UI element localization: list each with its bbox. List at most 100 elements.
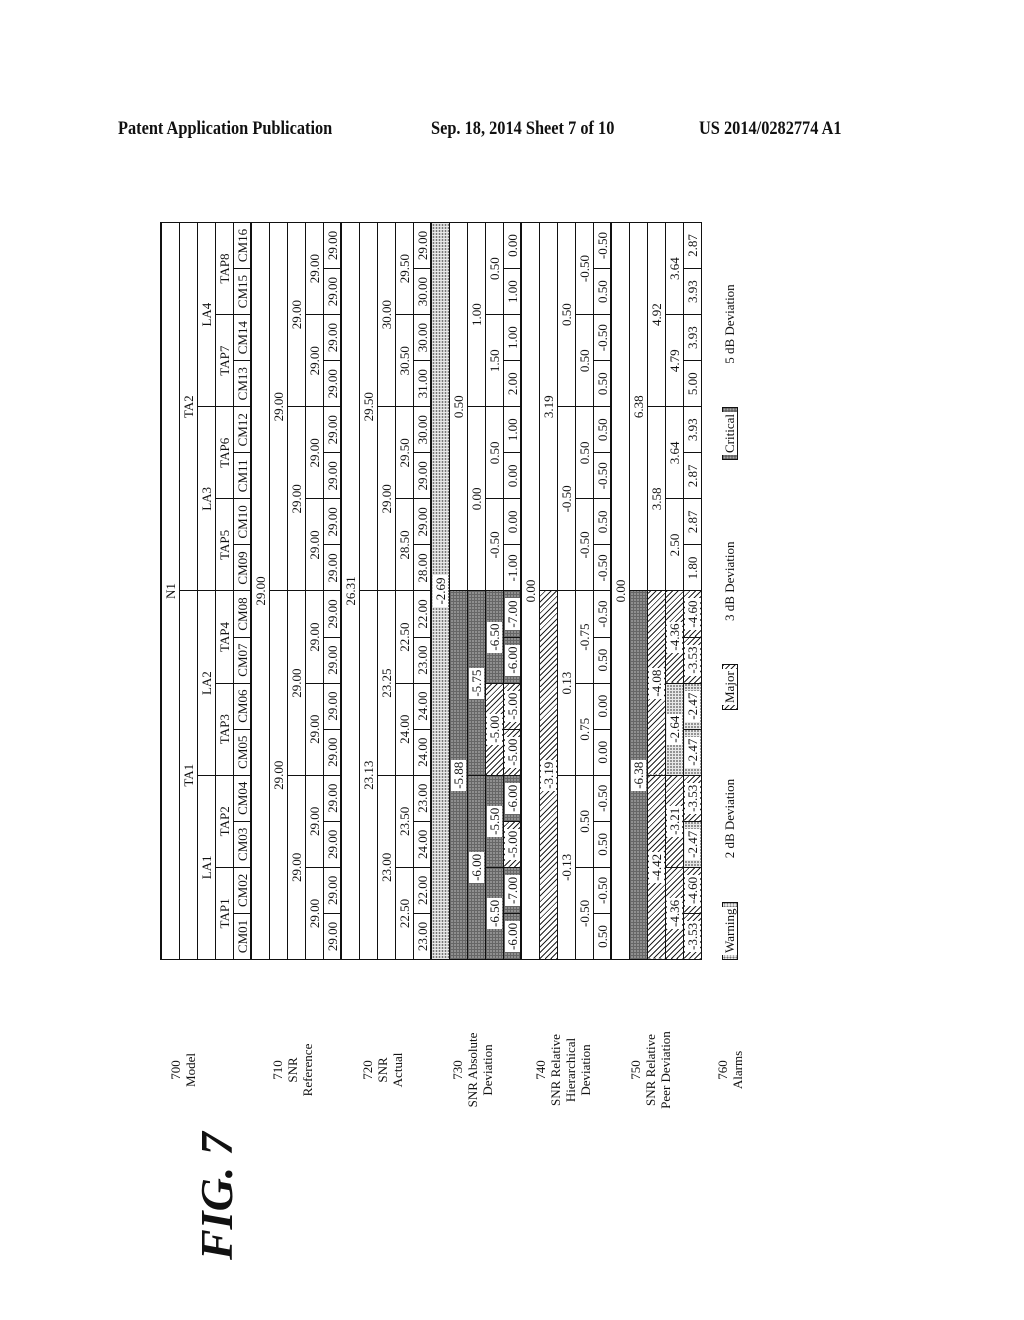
- cell-value: -0.50: [594, 462, 610, 490]
- legend-desc-critical: 5 dB Deviation: [722, 284, 737, 364]
- cell-value: -5.75: [468, 667, 484, 699]
- cell-value: 29.00: [414, 230, 430, 261]
- peer-ta-cell: 6.38: [629, 222, 648, 591]
- absolute-cm-cell: -7.00: [503, 591, 522, 638]
- cell-value: 28.50: [396, 530, 412, 560]
- cell-value: 29.00: [414, 461, 430, 491]
- cell-value: 23.00: [378, 852, 394, 882]
- level-row-ta: 23.13 29.50: [359, 222, 378, 960]
- cell-value: 0.50: [594, 510, 610, 534]
- cell-value: 2.87: [684, 464, 700, 488]
- cell-value: 29.00: [324, 461, 340, 491]
- actual-tap-cell: 22.50: [395, 867, 414, 960]
- level-row-tap: TAP1 TAP2 TAP3 TAP4 TAP5 TAP6 TAP7 TAP8: [215, 222, 234, 960]
- cell-value: -1.00: [504, 554, 520, 582]
- actual-cm-cell: 30.00: [413, 314, 432, 361]
- cell-value: TAP5: [216, 529, 232, 560]
- cell-value: 23.25: [378, 668, 394, 698]
- cell-value: 29.00: [324, 230, 340, 261]
- cell-value: 26.31: [342, 576, 358, 606]
- actual-tap-cell: 29.50: [395, 406, 414, 499]
- peer-cm-cell: -2.47: [683, 683, 702, 730]
- cell-value: -7.00: [504, 874, 520, 906]
- peer-cm-cell: -3.53: [683, 637, 702, 684]
- row-label-line: Peer Deviation: [658, 1031, 673, 1109]
- cell-value: 2.87: [684, 510, 700, 534]
- level-row-ta: -5.88 0.50: [449, 222, 468, 960]
- reference-tap-cell: 29.00: [305, 498, 324, 591]
- model-la-cell: LA1: [197, 775, 216, 960]
- row-label-line: 710: [270, 1060, 285, 1080]
- cell-value: -5.88: [450, 759, 466, 791]
- actual-cm-cell: 30.00: [413, 268, 432, 315]
- row-label-reference: 710 SNR Reference: [270, 990, 315, 1150]
- row-label-line: 700: [168, 1060, 183, 1080]
- cell-value: TAP1: [216, 898, 232, 929]
- row-label-model: 700 Model: [168, 990, 198, 1150]
- cell-value: TA2: [180, 395, 196, 419]
- cell-value: 29.00: [324, 276, 340, 307]
- absolute-tap-cell: -5.50: [485, 775, 504, 868]
- cell-value: 29.00: [306, 714, 322, 744]
- absolute-tap-cell: -0.50: [485, 498, 504, 591]
- absolute-cm-cell: -5.00: [503, 821, 522, 868]
- level-row-cm: CM01 CM02 CM03 CM04 CM05 CM06 CM07 CM08 CM09 CM10…: [233, 222, 252, 960]
- actual-cm-cell: 29.00: [413, 498, 432, 545]
- cell-value: -5.00: [504, 690, 520, 722]
- model-la-cell: LA2: [197, 591, 216, 776]
- level-row-la: 29.00 29.00 29.00 29.00: [287, 222, 306, 960]
- cell-value: -5.00: [486, 713, 502, 745]
- reference-cm-cell: 29.00: [323, 637, 342, 684]
- cell-value: CM01: [234, 919, 250, 954]
- cell-value: 3.64: [666, 441, 682, 465]
- snr-hierarchical-deviation-table: 0.00 -3.19 3.19 -0.13 0.13 -0.50 0.50 -0.50 0.50…: [520, 222, 612, 960]
- cell-value: -0.50: [594, 231, 610, 260]
- peer-tap-cell: 4.79: [665, 314, 684, 407]
- model-tap-cell: TAP8: [215, 222, 234, 315]
- cell-value: -0.50: [576, 531, 592, 559]
- cell-value: 0.50: [576, 441, 592, 465]
- cell-value: 0.50: [594, 832, 610, 856]
- reference-cm-cell: 29.00: [323, 268, 342, 315]
- reference-cm-cell: 29.00: [323, 222, 342, 269]
- peer-la-cell: 3.58: [647, 406, 666, 591]
- legend-swatch-warning: Warning: [722, 901, 738, 960]
- cell-value: 23.00: [414, 645, 430, 675]
- cell-value: -6.00: [504, 644, 520, 676]
- absolute-la-cell: 0.00: [467, 406, 486, 591]
- actual-cm-cell: 23.00: [413, 637, 432, 684]
- cell-value: 1.00: [504, 280, 520, 303]
- row-label-actual: 720 SNR Actual: [360, 990, 405, 1150]
- cell-value: 2.87: [684, 234, 700, 257]
- level-row-n: 26.31: [341, 222, 360, 960]
- cell-value: 23.13: [360, 760, 376, 790]
- cell-value: CM14: [234, 321, 250, 355]
- model-tap-cell: TAP1: [215, 867, 234, 960]
- legend-swatch-major: Major: [722, 664, 738, 710]
- cell-value: 29.00: [324, 829, 340, 859]
- peer-cm-cell: -3.53: [683, 913, 702, 960]
- level-row-ta: TA1 TA2: [179, 222, 198, 960]
- cell-value: -4.08: [648, 667, 664, 699]
- hierarchical-ta-cell: 3.19: [539, 222, 558, 591]
- cell-value: 29.00: [306, 346, 322, 376]
- absolute-la-cell: 1.00: [467, 222, 486, 407]
- peer-la-cell: -4.42: [647, 775, 666, 960]
- legend-desc-warning: 2 dB Deviation: [722, 778, 737, 859]
- hierarchical-cm-cell: 0.50: [593, 637, 612, 684]
- actual-cm-cell: 29.00: [413, 222, 432, 269]
- absolute-cm-cell: -5.00: [503, 683, 522, 730]
- cell-value: 24.00: [396, 714, 412, 744]
- publication-title: Patent Application Publication: [118, 118, 333, 139]
- publication-number: US 2014/0282774 A1: [699, 118, 842, 139]
- hierarchical-cm-cell: -0.50: [593, 775, 612, 822]
- peer-cm-cell: -2.47: [683, 821, 702, 868]
- cell-value: -2.47: [684, 690, 700, 722]
- cell-value: 0.50: [594, 925, 610, 948]
- cell-value: 3.19: [540, 395, 556, 419]
- level-row-ta: 29.00 29.00: [269, 222, 288, 960]
- level-row-cm: -3.53 -4.60 -2.47 -3.53 -2.47 -2.47 -3.53 -4.60…: [683, 222, 702, 960]
- peer-tap-cell: 3.64: [665, 406, 684, 499]
- actual-cm-cell: 28.00: [413, 544, 432, 591]
- cell-value: 1.50: [486, 349, 502, 373]
